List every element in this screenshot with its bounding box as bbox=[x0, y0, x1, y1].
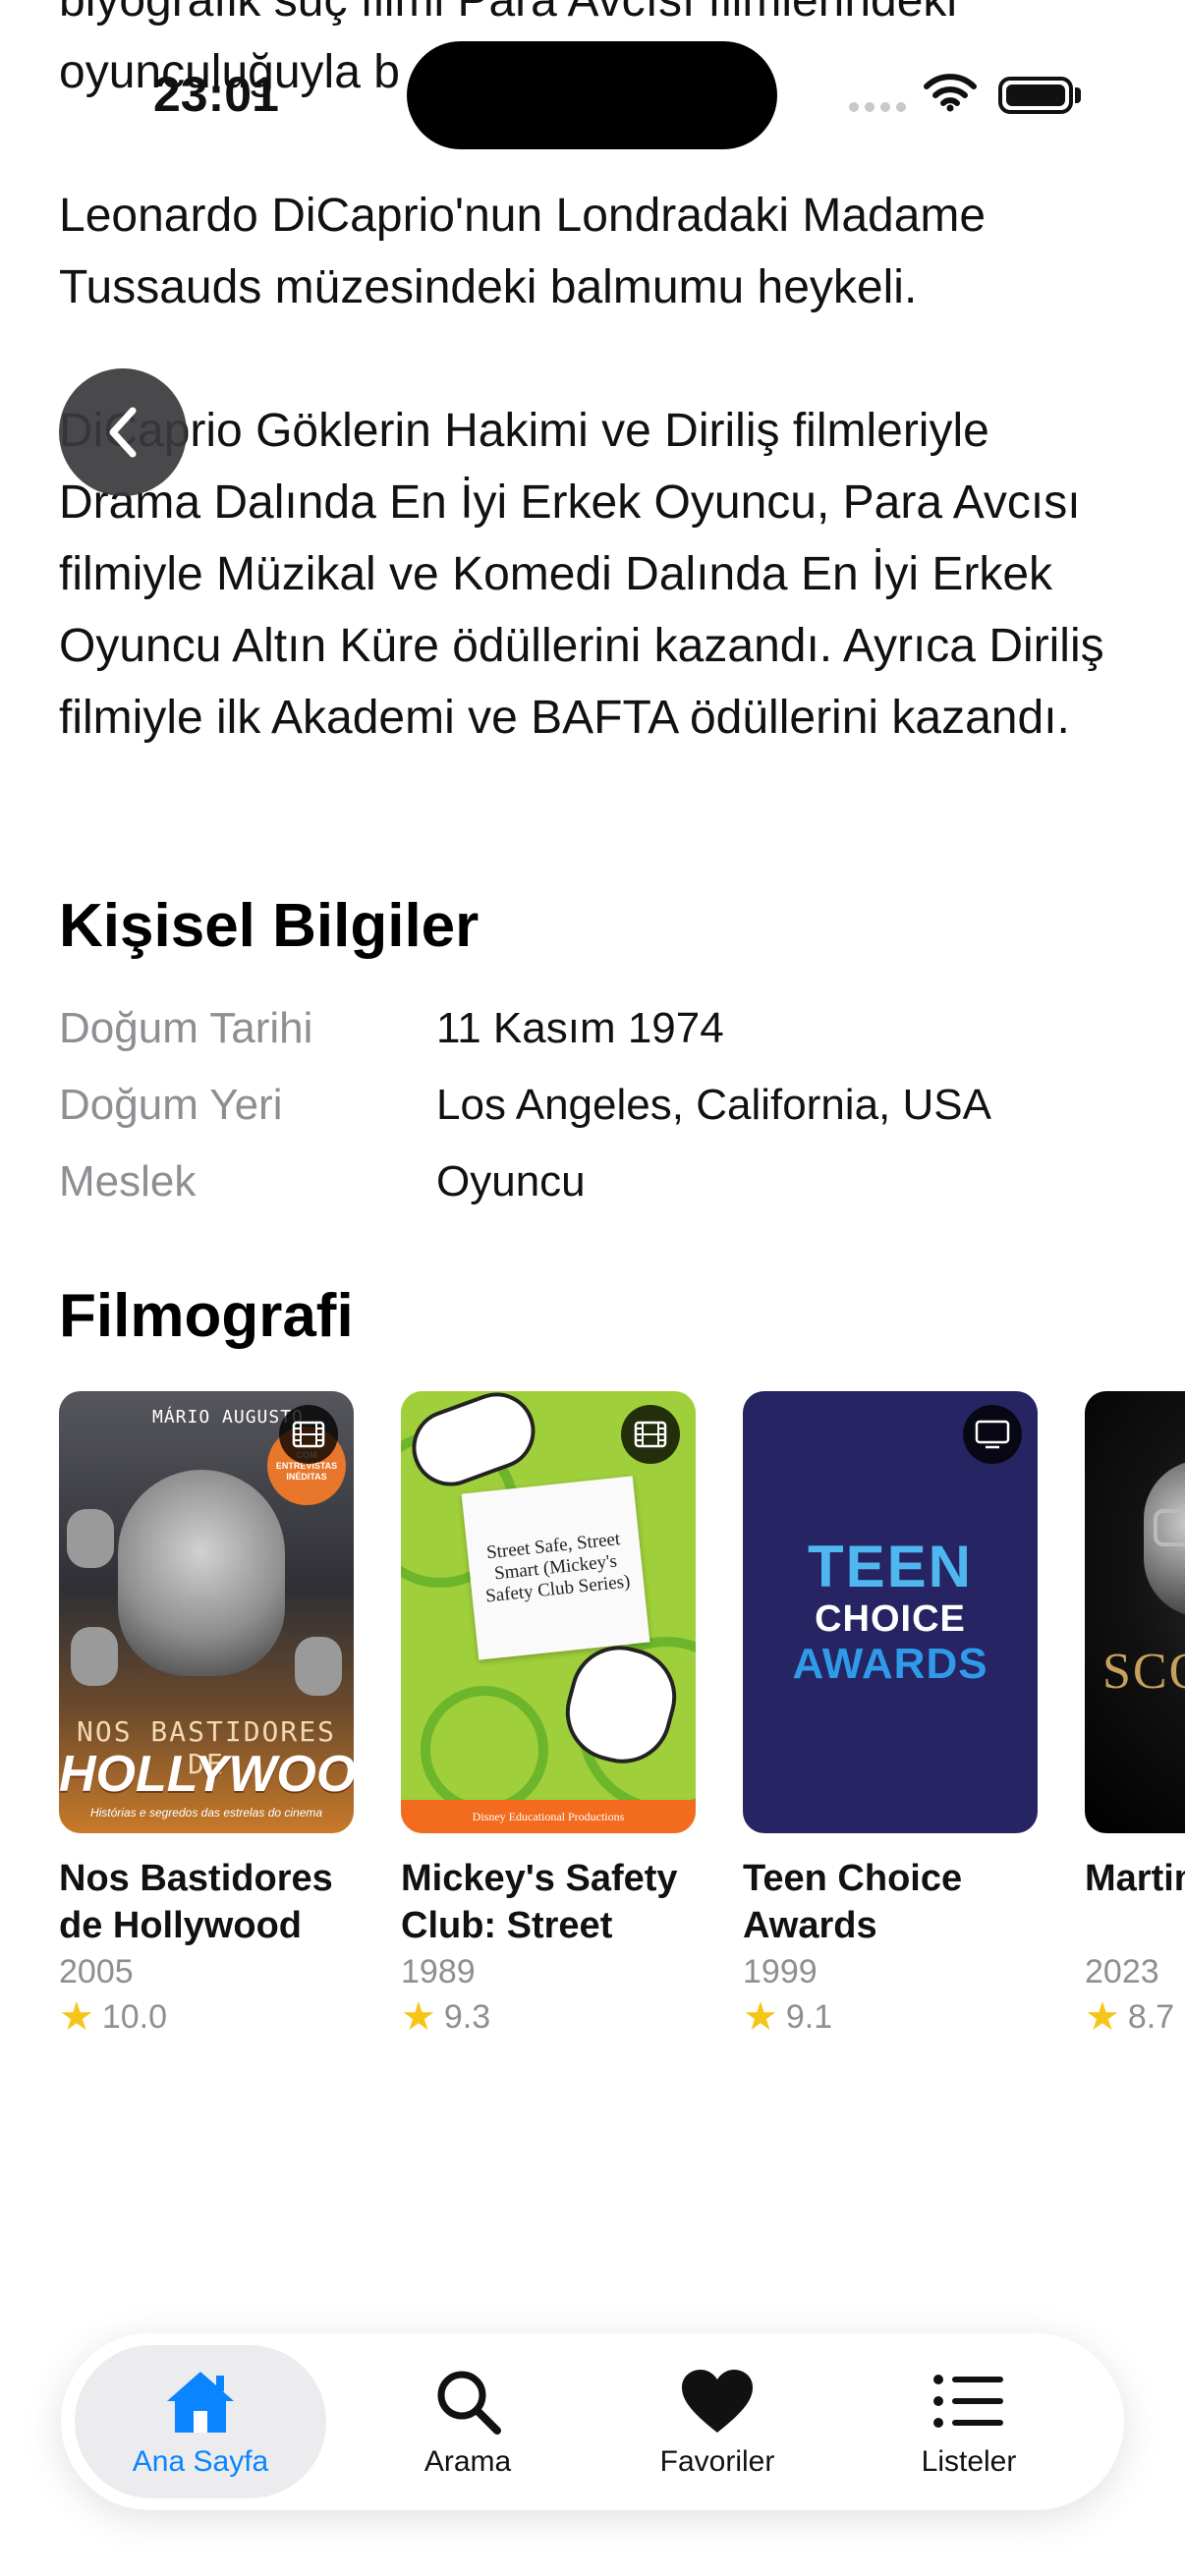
cellular-signal-icon bbox=[849, 102, 906, 112]
tab-search[interactable]: Arama bbox=[342, 2345, 593, 2498]
star-icon: ★ bbox=[743, 1995, 778, 2039]
filmography-title: Filmografi bbox=[59, 1282, 354, 1350]
film-title: Mickey's Safety Club: Street Sa... bbox=[401, 1858, 678, 1946]
status-time: 23:01 bbox=[153, 67, 279, 122]
poster-title-line-2: HOLLYWOOD bbox=[59, 1746, 354, 1803]
biography-partial-line-1: biyografik suç filmi Para Avcısı filmler… bbox=[59, 0, 958, 27]
poster-title-line-2: CHOICE bbox=[815, 1598, 966, 1640]
tab-lists[interactable]: Listeler bbox=[843, 2345, 1095, 2498]
film-card[interactable]: SCO Martin l'Italo 2023 ★ 8.7 bbox=[1085, 1391, 1185, 2040]
info-label: Doğum Tarihi bbox=[59, 1004, 313, 1052]
film-rating: ★ 9.3 bbox=[401, 1994, 696, 2040]
film-icon bbox=[279, 1405, 338, 1464]
tab-label: Listeler bbox=[921, 2445, 1017, 2478]
tab-favorites[interactable]: Favoriler bbox=[592, 2345, 843, 2498]
chevron-left-icon bbox=[109, 407, 137, 458]
poster-title-line-1: TEEN bbox=[807, 1534, 974, 1599]
film-rating-value: 9.3 bbox=[443, 1998, 491, 2036]
film-title: Martin l'Italo bbox=[1085, 1858, 1185, 1899]
poster-paper: Street Safe, Street Smart (Mickey's Safe… bbox=[461, 1476, 650, 1660]
film-rating: ★ 10.0 bbox=[59, 1994, 354, 2040]
film-rating-value: 10.0 bbox=[101, 1998, 168, 2036]
film-poster: SCO bbox=[1085, 1391, 1185, 1833]
poster-portrait-small bbox=[295, 1637, 342, 1696]
film-icon bbox=[621, 1405, 680, 1464]
tab-bar: Ana Sayfa Arama Favoriler Listeler bbox=[61, 2333, 1124, 2510]
film-title: Teen Choice Awards bbox=[743, 1858, 963, 1946]
back-button[interactable] bbox=[59, 368, 187, 496]
info-label: Meslek bbox=[59, 1157, 197, 1205]
film-year: 2005 bbox=[59, 1953, 134, 1990]
film-poster: Street Safe, Street Smart (Mickey's Safe… bbox=[401, 1391, 696, 1833]
biography-paragraph-3: DiCaprio Göklerin Hakimi ve Diriliş film… bbox=[59, 405, 1104, 744]
film-card[interactable]: TEEN CHOICE AWARDS Teen Choice Awards 19… bbox=[743, 1391, 1038, 2040]
filmography-carousel[interactable]: MÁRIO AUGUSTO COM ENTREVISTAS INÉDITAS N… bbox=[59, 1391, 1185, 2059]
heart-icon bbox=[680, 2364, 755, 2438]
info-value: Oyuncu bbox=[436, 1157, 586, 1205]
tab-home[interactable]: Ana Sayfa bbox=[75, 2345, 326, 2498]
poster-title-line-3: AWARDS bbox=[792, 1640, 988, 1688]
house-icon bbox=[161, 2364, 240, 2438]
info-value: 11 Kasım 1974 bbox=[436, 1004, 724, 1052]
film-year: 1989 bbox=[401, 1953, 476, 1990]
film-year: 1999 bbox=[743, 1953, 818, 1990]
star-icon: ★ bbox=[59, 1995, 94, 2039]
poster-portrait-small bbox=[71, 1627, 118, 1686]
poster-glasses bbox=[1154, 1509, 1185, 1546]
wifi-icon bbox=[924, 73, 977, 117]
battery-cap bbox=[1075, 87, 1081, 103]
star-icon: ★ bbox=[1085, 1995, 1120, 2039]
tab-label: Ana Sayfa bbox=[132, 2445, 269, 2478]
poster-portrait bbox=[118, 1470, 285, 1676]
tab-label: Favoriler bbox=[659, 2445, 775, 2478]
film-rating-value: 8.7 bbox=[1127, 1998, 1175, 2036]
film-card[interactable]: MÁRIO AUGUSTO COM ENTREVISTAS INÉDITAS N… bbox=[59, 1391, 354, 2040]
film-year: 2023 bbox=[1085, 1953, 1159, 1990]
film-poster: MÁRIO AUGUSTO COM ENTREVISTAS INÉDITAS N… bbox=[59, 1391, 354, 1833]
battery-icon bbox=[998, 77, 1073, 114]
poster-subtitle: Histórias e segredos das estrelas do cin… bbox=[89, 1806, 323, 1820]
film-rating: ★ 8.7 bbox=[1085, 1994, 1185, 2040]
poster-decoration bbox=[421, 1686, 548, 1814]
film-rating-value: 9.1 bbox=[785, 1998, 833, 2036]
film-rating: ★ 9.1 bbox=[743, 1994, 1038, 2040]
search-icon bbox=[432, 2364, 503, 2438]
poster-footer: Disney Educational Productions bbox=[401, 1800, 696, 1833]
film-card[interactable]: Street Safe, Street Smart (Mickey's Safe… bbox=[401, 1391, 696, 2040]
list-icon bbox=[932, 2364, 1005, 2438]
info-value: Los Angeles, California, USA bbox=[436, 1081, 991, 1129]
poster-text: SCO bbox=[1102, 1644, 1185, 1700]
info-label: Doğum Yeri bbox=[59, 1081, 283, 1129]
star-icon: ★ bbox=[401, 1995, 436, 2039]
personal-info-title: Kişisel Bilgiler bbox=[59, 892, 480, 960]
tab-label: Arama bbox=[423, 2445, 512, 2478]
tv-icon bbox=[963, 1405, 1022, 1464]
film-title: Nos Bastidores de Hollywood bbox=[59, 1858, 333, 1946]
person-detail-scroll[interactable]: biyografik suç filmi Para Avcısı filmler… bbox=[0, 0, 1185, 2576]
film-poster: TEEN CHOICE AWARDS bbox=[743, 1391, 1038, 1833]
dynamic-island bbox=[407, 41, 777, 149]
poster-portrait-small bbox=[67, 1509, 114, 1568]
biography-paragraph-2: Leonardo DiCaprio'nun Londradaki Madame … bbox=[59, 190, 987, 313]
